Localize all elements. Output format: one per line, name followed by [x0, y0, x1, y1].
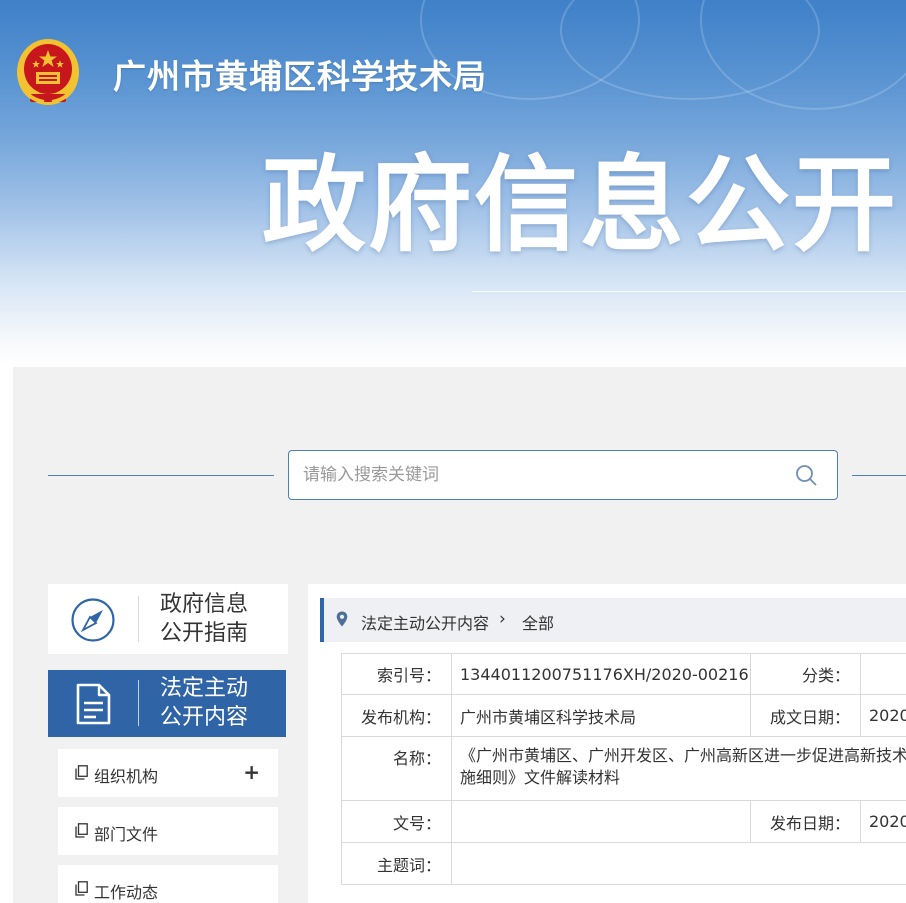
site-title: 广州市黄埔区科学技术局: [113, 57, 487, 96]
index-value: 1344011200751176XH/2020-00216: [451, 653, 751, 695]
label-line: 法定主动: [160, 676, 249, 701]
national-emblem-icon: [17, 39, 79, 105]
copy-icon: [75, 881, 88, 896]
search-box: [288, 450, 838, 500]
search-icon[interactable]: [795, 464, 817, 486]
doc-number-label: 文号：: [341, 800, 452, 843]
divider: [138, 680, 139, 726]
breadcrumb-current[interactable]: 全部: [522, 610, 554, 634]
expand-icon[interactable]: +: [243, 760, 260, 784]
chevron-right-icon: ›: [499, 609, 506, 629]
copy-icon: [75, 765, 88, 780]
search-input[interactable]: [303, 451, 773, 499]
menu-label: 工作动态: [94, 883, 159, 902]
publisher-value: 广州市黄埔区科学技术局: [451, 694, 751, 737]
table-row: 名称： 《广州市黄埔区、广州开发区、广州高新区进一步促进高新技术施细则》文件解读…: [341, 736, 906, 801]
document-metadata-table: 索引号： 1344011200751176XH/2020-00216 分类： 发…: [341, 653, 906, 885]
doc-number-value: [451, 800, 751, 843]
label-line: 公开指南: [160, 621, 249, 646]
publish-date-label: 发布日期：: [750, 800, 861, 843]
sidebar-item-department-files[interactable]: 部门文件: [58, 807, 278, 855]
table-row: 发布机构： 广州市黄埔区科学技术局 成文日期： 2020: [341, 694, 906, 737]
header-banner: 广州市黄埔区科学技术局 政府信息公开: [0, 0, 906, 365]
search-decor-line: [48, 475, 274, 476]
compass-icon: [71, 598, 115, 642]
created-date-value: 2020: [860, 694, 906, 737]
table-row: 文号： 发布日期： 2020: [341, 800, 906, 843]
search-decor-line: [852, 475, 906, 476]
location-pin-icon: [336, 611, 348, 627]
label-line: 政府信息: [160, 592, 249, 617]
breadcrumb: 法定主动公开内容 › 全部: [320, 598, 906, 642]
created-date-label: 成文日期：: [750, 694, 861, 737]
menu-label: 部门文件: [94, 825, 159, 844]
name-value: 《广州市黄埔区、广州开发区、广州高新区进一步促进高新技术施细则》文件解读材料: [451, 736, 906, 801]
sidebar-item-guide[interactable]: 政府信息 公开指南: [48, 584, 288, 654]
category-value: [860, 653, 906, 695]
divider: [138, 596, 139, 642]
sidebar-item-work-updates[interactable]: 工作动态: [58, 865, 278, 903]
publish-date-value: 2020: [860, 800, 906, 843]
sidebar-item-label: 法定主动 公开内容: [160, 674, 248, 732]
hero-divider: [472, 291, 906, 292]
subject-value: [451, 842, 906, 885]
label-line: 公开内容: [160, 705, 249, 730]
hero-title: 政府信息公开: [262, 144, 899, 266]
document-icon: [76, 683, 111, 725]
sidebar-item-statutory-content[interactable]: 法定主动 公开内容: [48, 670, 286, 737]
table-row: 主题词：: [341, 842, 906, 885]
sidebar-item-label: 政府信息 公开指南: [160, 590, 248, 648]
subject-label: 主题词：: [341, 842, 452, 885]
index-label: 索引号：: [341, 653, 452, 695]
sidebar-item-organization[interactable]: 组织机构 +: [58, 749, 278, 797]
publisher-label: 发布机构：: [341, 694, 452, 737]
copy-icon: [75, 823, 88, 838]
table-row: 索引号： 1344011200751176XH/2020-00216 分类：: [341, 653, 906, 695]
breadcrumb-link[interactable]: 法定主动公开内容: [361, 610, 489, 634]
category-label: 分类：: [750, 653, 861, 695]
name-label: 名称：: [341, 736, 452, 801]
menu-label: 组织机构: [94, 767, 159, 786]
